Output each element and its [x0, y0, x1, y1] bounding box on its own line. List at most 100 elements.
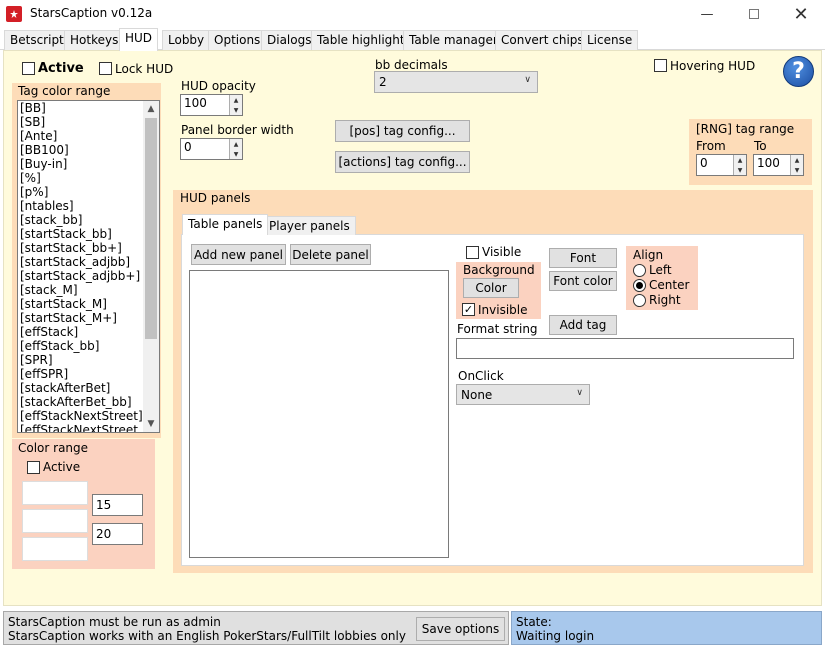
tab-dialogs[interactable]: Dialogs — [261, 30, 318, 50]
color-swatch-3[interactable] — [22, 537, 88, 561]
hovering-hud-label: Hovering HUD — [670, 59, 756, 73]
tab-player-panels[interactable]: Player panels — [263, 216, 356, 235]
add-tag-button[interactable]: Add tag — [549, 315, 617, 335]
tag-list-item[interactable]: [%] — [20, 171, 152, 185]
tag-list-item[interactable]: [SPR] — [20, 353, 152, 367]
spin-up-icon[interactable]: ▲ — [229, 95, 242, 105]
save-options-button[interactable]: Save options — [416, 617, 505, 641]
color-button[interactable]: Color — [463, 278, 519, 298]
color-range-value-2[interactable]: 20 — [92, 523, 143, 545]
hud-opacity-spinner[interactable]: 100 ▲ ▼ — [180, 94, 243, 116]
actions-tag-config-button[interactable]: [actions] tag config... — [335, 151, 470, 173]
tag-list-item[interactable]: [startStack_M] — [20, 297, 152, 311]
scroll-down-icon[interactable]: ▼ — [143, 416, 159, 432]
hud-panels-label: HUD panels — [180, 191, 251, 205]
scroll-up-icon[interactable]: ▲ — [143, 101, 159, 117]
active-label: Active — [38, 61, 84, 76]
tag-list-item[interactable]: [ntables] — [20, 199, 152, 213]
spin-down-icon[interactable]: ▼ — [790, 165, 803, 175]
invisible-checkbox[interactable]: ✓ — [462, 303, 475, 316]
tab-convert-chips[interactable]: Convert chips — [495, 30, 590, 50]
chevron-down-icon: ∨ — [576, 388, 583, 398]
tag-list[interactable]: [BB] [SB] [Ante] [BB100] [Buy-in] [%] [p%] [nta… — [17, 100, 160, 433]
onclick-select[interactable]: None ∨ — [456, 384, 590, 405]
color-range-active-label: Active — [43, 460, 81, 474]
bb-decimals-select[interactable]: 2 ∨ — [374, 71, 538, 93]
tag-list-item[interactable]: [effStack] — [20, 325, 152, 339]
tag-list-item[interactable]: [Buy-in] — [20, 157, 152, 171]
panel-list[interactable] — [189, 270, 449, 558]
tab-hotkeys[interactable]: Hotkeys — [64, 30, 125, 50]
spin-down-icon[interactable]: ▼ — [733, 165, 746, 175]
tag-list-item[interactable]: [effStackNextStreet] — [20, 409, 152, 423]
align-center-radio[interactable] — [633, 279, 646, 292]
font-button[interactable]: Font — [549, 248, 617, 268]
color-range-value-1[interactable]: 15 — [92, 494, 143, 516]
minimize-icon[interactable]: — — [684, 0, 730, 28]
maximize-icon[interactable] — [731, 0, 777, 28]
rng-to-spinner[interactable]: 100 ▲ ▼ — [753, 154, 804, 176]
tag-list-item[interactable]: [BB] — [20, 101, 152, 115]
lock-hud-checkbox[interactable] — [99, 62, 112, 75]
tag-list-item[interactable]: [startStack_adjbb] — [20, 255, 152, 269]
spin-down-icon[interactable]: ▼ — [229, 105, 242, 115]
tag-list-item[interactable]: [BB100] — [20, 143, 152, 157]
status-line-2: StarsCaption works with an English Poker… — [8, 629, 406, 643]
window-title: StarsCaption v0.12a — [30, 6, 153, 20]
tab-license[interactable]: License — [581, 30, 639, 50]
close-icon[interactable]: ✕ — [778, 0, 824, 28]
tab-table-highlight[interactable]: Table highlight — [311, 30, 411, 50]
add-new-panel-button[interactable]: Add new panel — [191, 244, 286, 265]
tag-list-item[interactable]: [effSPR] — [20, 367, 152, 381]
tag-list-scrollbar[interactable]: ▲ ▼ — [143, 101, 159, 432]
panel-border-width-spinner[interactable]: 0 ▲ ▼ — [180, 138, 243, 160]
tag-list-item[interactable]: [p%] — [20, 185, 152, 199]
tag-list-item[interactable]: [effStackNextStreet_b — [20, 423, 152, 432]
tag-list-item[interactable]: [startStack_adjbb+] — [20, 269, 152, 283]
align-right-label: Right — [649, 293, 681, 307]
scroll-thumb[interactable] — [145, 118, 157, 339]
delete-panel-button[interactable]: Delete panel — [290, 244, 371, 265]
tag-list-item[interactable]: [effStack_bb] — [20, 339, 152, 353]
bb-decimals-value: 2 — [379, 75, 387, 89]
onclick-value: None — [461, 387, 493, 402]
tag-list-item[interactable]: [stackAfterBet_bb] — [20, 395, 152, 409]
tab-betscript[interactable]: Betscript — [4, 30, 70, 50]
state-value: Waiting login — [516, 629, 595, 643]
tag-list-item[interactable]: [stack_M] — [20, 283, 152, 297]
tab-lobby[interactable]: Lobby — [162, 30, 211, 50]
format-string-input[interactable] — [456, 338, 794, 359]
tag-list-item[interactable]: [SB] — [20, 115, 152, 129]
tab-hud[interactable]: HUD — [119, 28, 159, 51]
rng-from-spinner[interactable]: 0 ▲ ▼ — [696, 154, 747, 176]
spin-down-icon[interactable]: ▼ — [229, 149, 242, 159]
align-right-radio[interactable] — [633, 294, 646, 307]
tab-table-manager[interactable]: Table manager — [403, 30, 504, 50]
tag-list-item[interactable]: [startStack_bb] — [20, 227, 152, 241]
align-left-radio[interactable] — [633, 264, 646, 277]
tag-list-item[interactable]: [Ante] — [20, 129, 152, 143]
active-checkbox[interactable] — [22, 62, 35, 75]
tag-list-item[interactable]: [startStack_bb+] — [20, 241, 152, 255]
align-label: Align — [633, 248, 664, 262]
hovering-hud-checkbox[interactable] — [654, 59, 667, 72]
tag-list-item[interactable]: [stack_bb] — [20, 213, 152, 227]
visible-label: Visible — [482, 245, 522, 259]
color-range-active-checkbox[interactable] — [27, 461, 40, 474]
background-label: Background — [463, 263, 535, 277]
font-color-button[interactable]: Font color — [549, 271, 617, 291]
pos-tag-config-button[interactable]: [pos] tag config... — [335, 120, 470, 142]
spin-up-icon[interactable]: ▲ — [790, 155, 803, 165]
color-swatch-1[interactable] — [22, 481, 88, 505]
tab-options[interactable]: Options — [208, 30, 267, 50]
spin-up-icon[interactable]: ▲ — [733, 155, 746, 165]
help-icon[interactable]: ? — [783, 56, 814, 87]
spin-up-icon[interactable]: ▲ — [229, 139, 242, 149]
hud-opacity-label: HUD opacity — [181, 79, 256, 93]
tag-list-item[interactable]: [stackAfterBet] — [20, 381, 152, 395]
tag-list-item[interactable]: [startStack_M+] — [20, 311, 152, 325]
tag-color-range-label: Tag color range — [18, 84, 111, 98]
color-swatch-2[interactable] — [22, 509, 88, 533]
tab-table-panels[interactable]: Table panels — [182, 214, 269, 235]
visible-checkbox[interactable] — [466, 246, 479, 259]
